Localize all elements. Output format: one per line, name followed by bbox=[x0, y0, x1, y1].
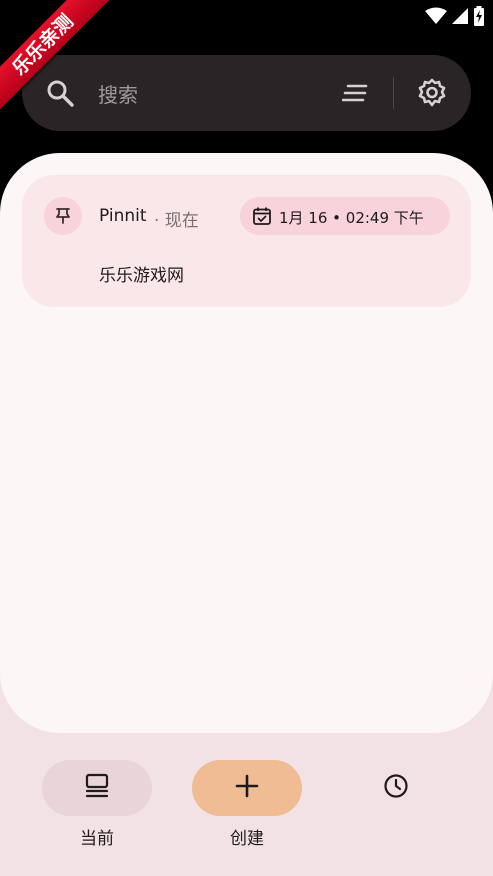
nav-pill-history[interactable] bbox=[341, 760, 451, 816]
nav-item-create[interactable]: 创建 bbox=[192, 760, 302, 849]
nav-pill-current[interactable] bbox=[42, 760, 152, 816]
stack-icon bbox=[84, 773, 110, 803]
search-divider bbox=[393, 77, 394, 109]
notification-card[interactable]: Pinnit · 现在 1月 16 • 02:49 下午 乐乐游戏网 bbox=[22, 175, 471, 307]
time-ago: · 现在 bbox=[154, 211, 199, 231]
calendar-check-icon bbox=[252, 206, 272, 226]
app-name: Pinnit bbox=[99, 206, 147, 226]
nav-label-current: 当前 bbox=[80, 829, 114, 849]
history-clock-icon bbox=[383, 773, 409, 803]
nav-item-history[interactable] bbox=[341, 760, 451, 816]
date-chip[interactable]: 1月 16 • 02:49 下午 bbox=[240, 197, 450, 235]
plus-icon bbox=[234, 773, 260, 803]
create-button[interactable] bbox=[192, 760, 302, 816]
watermark-ribbon: 乐乐亲测 bbox=[0, 0, 110, 110]
pin-icon bbox=[44, 197, 82, 235]
notification-body: 乐乐游戏网 bbox=[99, 266, 184, 286]
battery-charging-icon bbox=[473, 6, 485, 30]
nav-label-create: 创建 bbox=[230, 829, 264, 849]
wifi-icon bbox=[425, 7, 447, 29]
watermark-text: 乐乐亲测 bbox=[0, 0, 110, 110]
nav-item-current[interactable]: 当前 bbox=[42, 760, 152, 849]
date-chip-label: 1月 16 • 02:49 下午 bbox=[279, 209, 424, 227]
sort-icon[interactable] bbox=[341, 83, 368, 103]
notification-list-panel: Pinnit · 现在 1月 16 • 02:49 下午 乐乐游戏网 bbox=[0, 153, 493, 733]
signal-icon bbox=[451, 7, 469, 29]
gear-icon[interactable] bbox=[417, 78, 447, 108]
status-icons bbox=[425, 6, 485, 30]
